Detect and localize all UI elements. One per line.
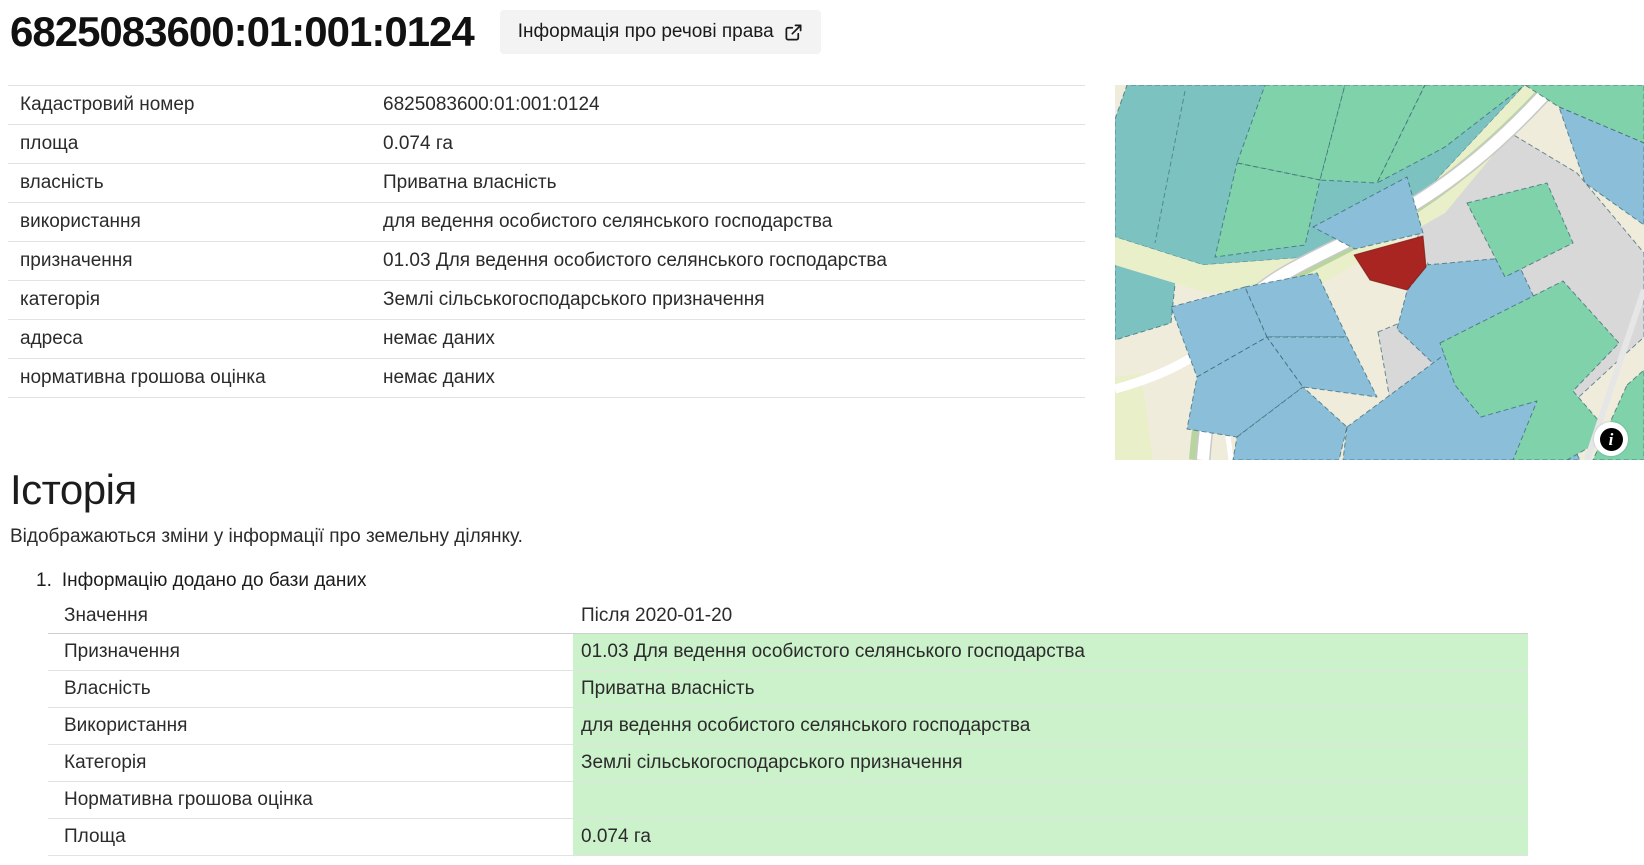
row-label: нормативна грошова оцінка bbox=[8, 359, 371, 398]
history-header-value: Після 2020-01-20 bbox=[573, 599, 1528, 634]
table-row: Кадастровий номер 6825083600:01:001:0124 bbox=[8, 86, 1085, 125]
row-label: використання bbox=[8, 203, 371, 242]
table-row: Призначення 01.03 Для ведення особистого… bbox=[48, 634, 1528, 671]
table-row: призначення 01.03 Для ведення особистого… bbox=[8, 242, 1085, 281]
row-value: Приватна власність bbox=[371, 164, 1085, 203]
history-section-title: Історія bbox=[10, 466, 1644, 514]
row-value: для ведення особистого селянського госпо… bbox=[371, 203, 1085, 242]
info-icon: i bbox=[1600, 428, 1623, 451]
history-entry: 1. Інформацію додано до бази даних Значе… bbox=[8, 570, 1644, 856]
row-label: Кадастровий номер bbox=[8, 86, 371, 125]
row-label: Використання bbox=[48, 708, 573, 745]
table-row: адреса немає даних bbox=[8, 320, 1085, 359]
row-label: Нормативна грошова оцінка bbox=[48, 782, 573, 819]
row-value: 6825083600:01:001:0124 bbox=[371, 86, 1085, 125]
history-entry-index: 1. bbox=[36, 570, 52, 592]
page-header: 6825083600:01:001:0124 Інформація про ре… bbox=[8, 0, 1644, 55]
row-label: Призначення bbox=[48, 634, 573, 671]
history-section-subtitle: Відображаються зміни у інформації про зе… bbox=[10, 526, 1644, 548]
history-table: Значення Після 2020-01-20 Призначення 01… bbox=[48, 599, 1528, 856]
parcel-info-table-body: Кадастровий номер 6825083600:01:001:0124… bbox=[8, 86, 1085, 398]
row-value: 0.074 га bbox=[573, 819, 1528, 856]
external-link-icon bbox=[784, 23, 803, 42]
table-row: нормативна грошова оцінка немає даних bbox=[8, 359, 1085, 398]
history-header-label: Значення bbox=[48, 599, 573, 634]
table-row: Власність Приватна власність bbox=[48, 671, 1528, 708]
row-value: немає даних bbox=[371, 359, 1085, 398]
main-content: Кадастровий номер 6825083600:01:001:0124… bbox=[8, 85, 1644, 460]
row-value: Землі сільськогосподарського призначення bbox=[371, 281, 1085, 320]
row-label: адреса bbox=[8, 320, 371, 359]
row-label: Категорія bbox=[48, 745, 573, 782]
table-row: використання для ведення особистого селя… bbox=[8, 203, 1085, 242]
row-label: Площа bbox=[48, 819, 573, 856]
map-canvas bbox=[1115, 85, 1644, 460]
row-value bbox=[573, 782, 1528, 819]
history-entry-header: 1. Інформацію додано до бази даних bbox=[36, 570, 1644, 592]
row-value: для ведення особистого селянського госпо… bbox=[573, 708, 1528, 745]
row-label: призначення bbox=[8, 242, 371, 281]
row-label: Власність bbox=[48, 671, 573, 708]
row-label: категорія bbox=[8, 281, 371, 320]
row-value: Приватна власність bbox=[573, 671, 1528, 708]
table-row: площа 0.074 га bbox=[8, 125, 1085, 164]
map-attribution-button[interactable]: i bbox=[1594, 422, 1628, 456]
cadastral-map[interactable]: i bbox=[1115, 85, 1644, 460]
table-row: Площа 0.074 га bbox=[48, 819, 1528, 856]
table-row: Категорія Землі сільськогосподарського п… bbox=[48, 745, 1528, 782]
row-value: Землі сільськогосподарського призначення bbox=[573, 745, 1528, 782]
row-value: немає даних bbox=[371, 320, 1085, 359]
property-rights-button-label: Інформація про речові права bbox=[518, 21, 774, 43]
cadastral-parcel-page: 6825083600:01:001:0124 Інформація про ре… bbox=[0, 0, 1644, 856]
parcel-info-panel: Кадастровий номер 6825083600:01:001:0124… bbox=[8, 85, 1085, 398]
page-title: 6825083600:01:001:0124 bbox=[10, 9, 474, 55]
row-value: 01.03 Для ведення особистого селянського… bbox=[573, 634, 1528, 671]
row-value: 01.03 Для ведення особистого селянського… bbox=[371, 242, 1085, 281]
row-label: площа bbox=[8, 125, 371, 164]
table-row: Використання для ведення особистого селя… bbox=[48, 708, 1528, 745]
property-rights-button[interactable]: Інформація про речові права bbox=[500, 10, 821, 54]
history-entry-title: Інформацію додано до бази даних bbox=[62, 570, 367, 592]
table-row: власність Приватна власність bbox=[8, 164, 1085, 203]
parcel-info-table: Кадастровий номер 6825083600:01:001:0124… bbox=[8, 85, 1085, 398]
history-table-header-row: Значення Після 2020-01-20 bbox=[48, 599, 1528, 634]
row-label: власність bbox=[8, 164, 371, 203]
table-row: Нормативна грошова оцінка bbox=[48, 782, 1528, 819]
table-row: категорія Землі сільськогосподарського п… bbox=[8, 281, 1085, 320]
row-value: 0.074 га bbox=[371, 125, 1085, 164]
history-table-body: Значення Після 2020-01-20 Призначення 01… bbox=[48, 599, 1528, 856]
